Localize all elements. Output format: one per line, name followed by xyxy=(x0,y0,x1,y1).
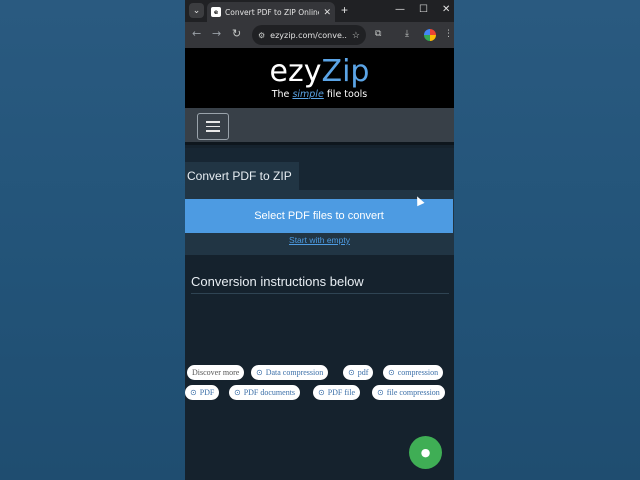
tag-pdf[interactable]: ⊙ pdf xyxy=(343,365,374,380)
tab-title: Convert PDF to ZIP Online. Qu xyxy=(225,7,319,17)
minimize-button[interactable]: — xyxy=(395,4,405,16)
browser-menu-icon[interactable]: ⋮ xyxy=(444,29,453,40)
site-info-icon[interactable]: ⚙ xyxy=(258,31,265,40)
extensions-icon[interactable]: ⧉ xyxy=(375,29,381,40)
chat-bubble-icon: ● xyxy=(420,446,431,459)
favicon-icon: e xyxy=(211,7,221,17)
tag-data-compression[interactable]: ⊙ Data compression xyxy=(251,365,329,380)
converter-tab-row: Convert PDF to ZIP xyxy=(185,148,454,190)
new-tab-button[interactable]: + xyxy=(341,4,348,16)
address-bar[interactable]: ⚙ ezyzip.com/conve... ☆ xyxy=(252,25,366,45)
url-text[interactable]: ezyzip.com/conve... xyxy=(270,31,347,40)
search-icon: ⊙ xyxy=(348,368,355,377)
search-icon: ⊙ xyxy=(318,388,325,397)
tab-search-button[interactable]: ⌄ xyxy=(189,3,204,18)
chat-button[interactable]: ● xyxy=(409,436,442,469)
search-icon: ⊙ xyxy=(190,388,197,397)
tag-compression[interactable]: ⊙ compression xyxy=(383,365,444,380)
browser-tab[interactable]: e Convert PDF to ZIP Online. Qu ✕ xyxy=(207,2,335,22)
chevron-down-icon: ⌄ xyxy=(192,5,201,15)
reload-button[interactable]: ↻ xyxy=(232,28,241,40)
tag-file-compression[interactable]: ⊙ file compression xyxy=(372,385,445,400)
convert-pdf-to-zip-tab[interactable]: Convert PDF to ZIP xyxy=(185,162,299,190)
profile-avatar[interactable] xyxy=(424,29,436,41)
tag-pdf-upper[interactable]: ⊙ PDF xyxy=(185,385,220,400)
bookmark-star-icon[interactable]: ☆ xyxy=(352,30,360,41)
tab-close-icon[interactable]: ✕ xyxy=(323,7,331,18)
page-content: ezyZip The simple file tools Convert PDF… xyxy=(185,48,454,480)
search-icon: ⊙ xyxy=(234,388,241,397)
tab-strip: ⌄ e Convert PDF to ZIP Online. Qu ✕ + — … xyxy=(185,0,454,22)
site-navbar xyxy=(185,108,454,145)
close-window-button[interactable]: ✕ xyxy=(442,4,450,16)
browser-toolbar: ← → ↻ ⚙ ezyzip.com/conve... ☆ ⧉ ⤓ ⋮ xyxy=(185,22,454,48)
maximize-button[interactable]: ☐ xyxy=(419,4,428,16)
download-icon[interactable]: ⤓ xyxy=(405,29,409,40)
site-header[interactable]: ezyZip The simple file tools xyxy=(185,48,454,108)
hamburger-menu-button[interactable] xyxy=(197,113,229,140)
tag-pdf-documents[interactable]: ⊙ PDF documents xyxy=(229,385,301,400)
forward-button[interactable]: → xyxy=(212,28,221,40)
search-icon: ⊙ xyxy=(377,388,384,397)
ezyzip-logo[interactable]: ezyZip xyxy=(270,56,370,88)
start-with-empty-link[interactable]: Start with empty xyxy=(185,235,454,245)
search-icon: ⊙ xyxy=(256,368,263,377)
hamburger-icon xyxy=(206,121,220,123)
search-icon: ⊙ xyxy=(388,368,395,377)
back-button[interactable]: ← xyxy=(192,28,201,40)
discover-more-label: Discover more xyxy=(187,365,245,380)
site-tagline: The simple file tools xyxy=(271,89,368,100)
browser-window: ⌄ e Convert PDF to ZIP Online. Qu ✕ + — … xyxy=(185,0,454,480)
select-files-button[interactable]: Select PDF files to convert xyxy=(185,199,453,233)
tag-pdf-file[interactable]: ⊙ PDF file xyxy=(313,385,361,400)
instructions-heading: Conversion instructions below xyxy=(191,274,449,294)
